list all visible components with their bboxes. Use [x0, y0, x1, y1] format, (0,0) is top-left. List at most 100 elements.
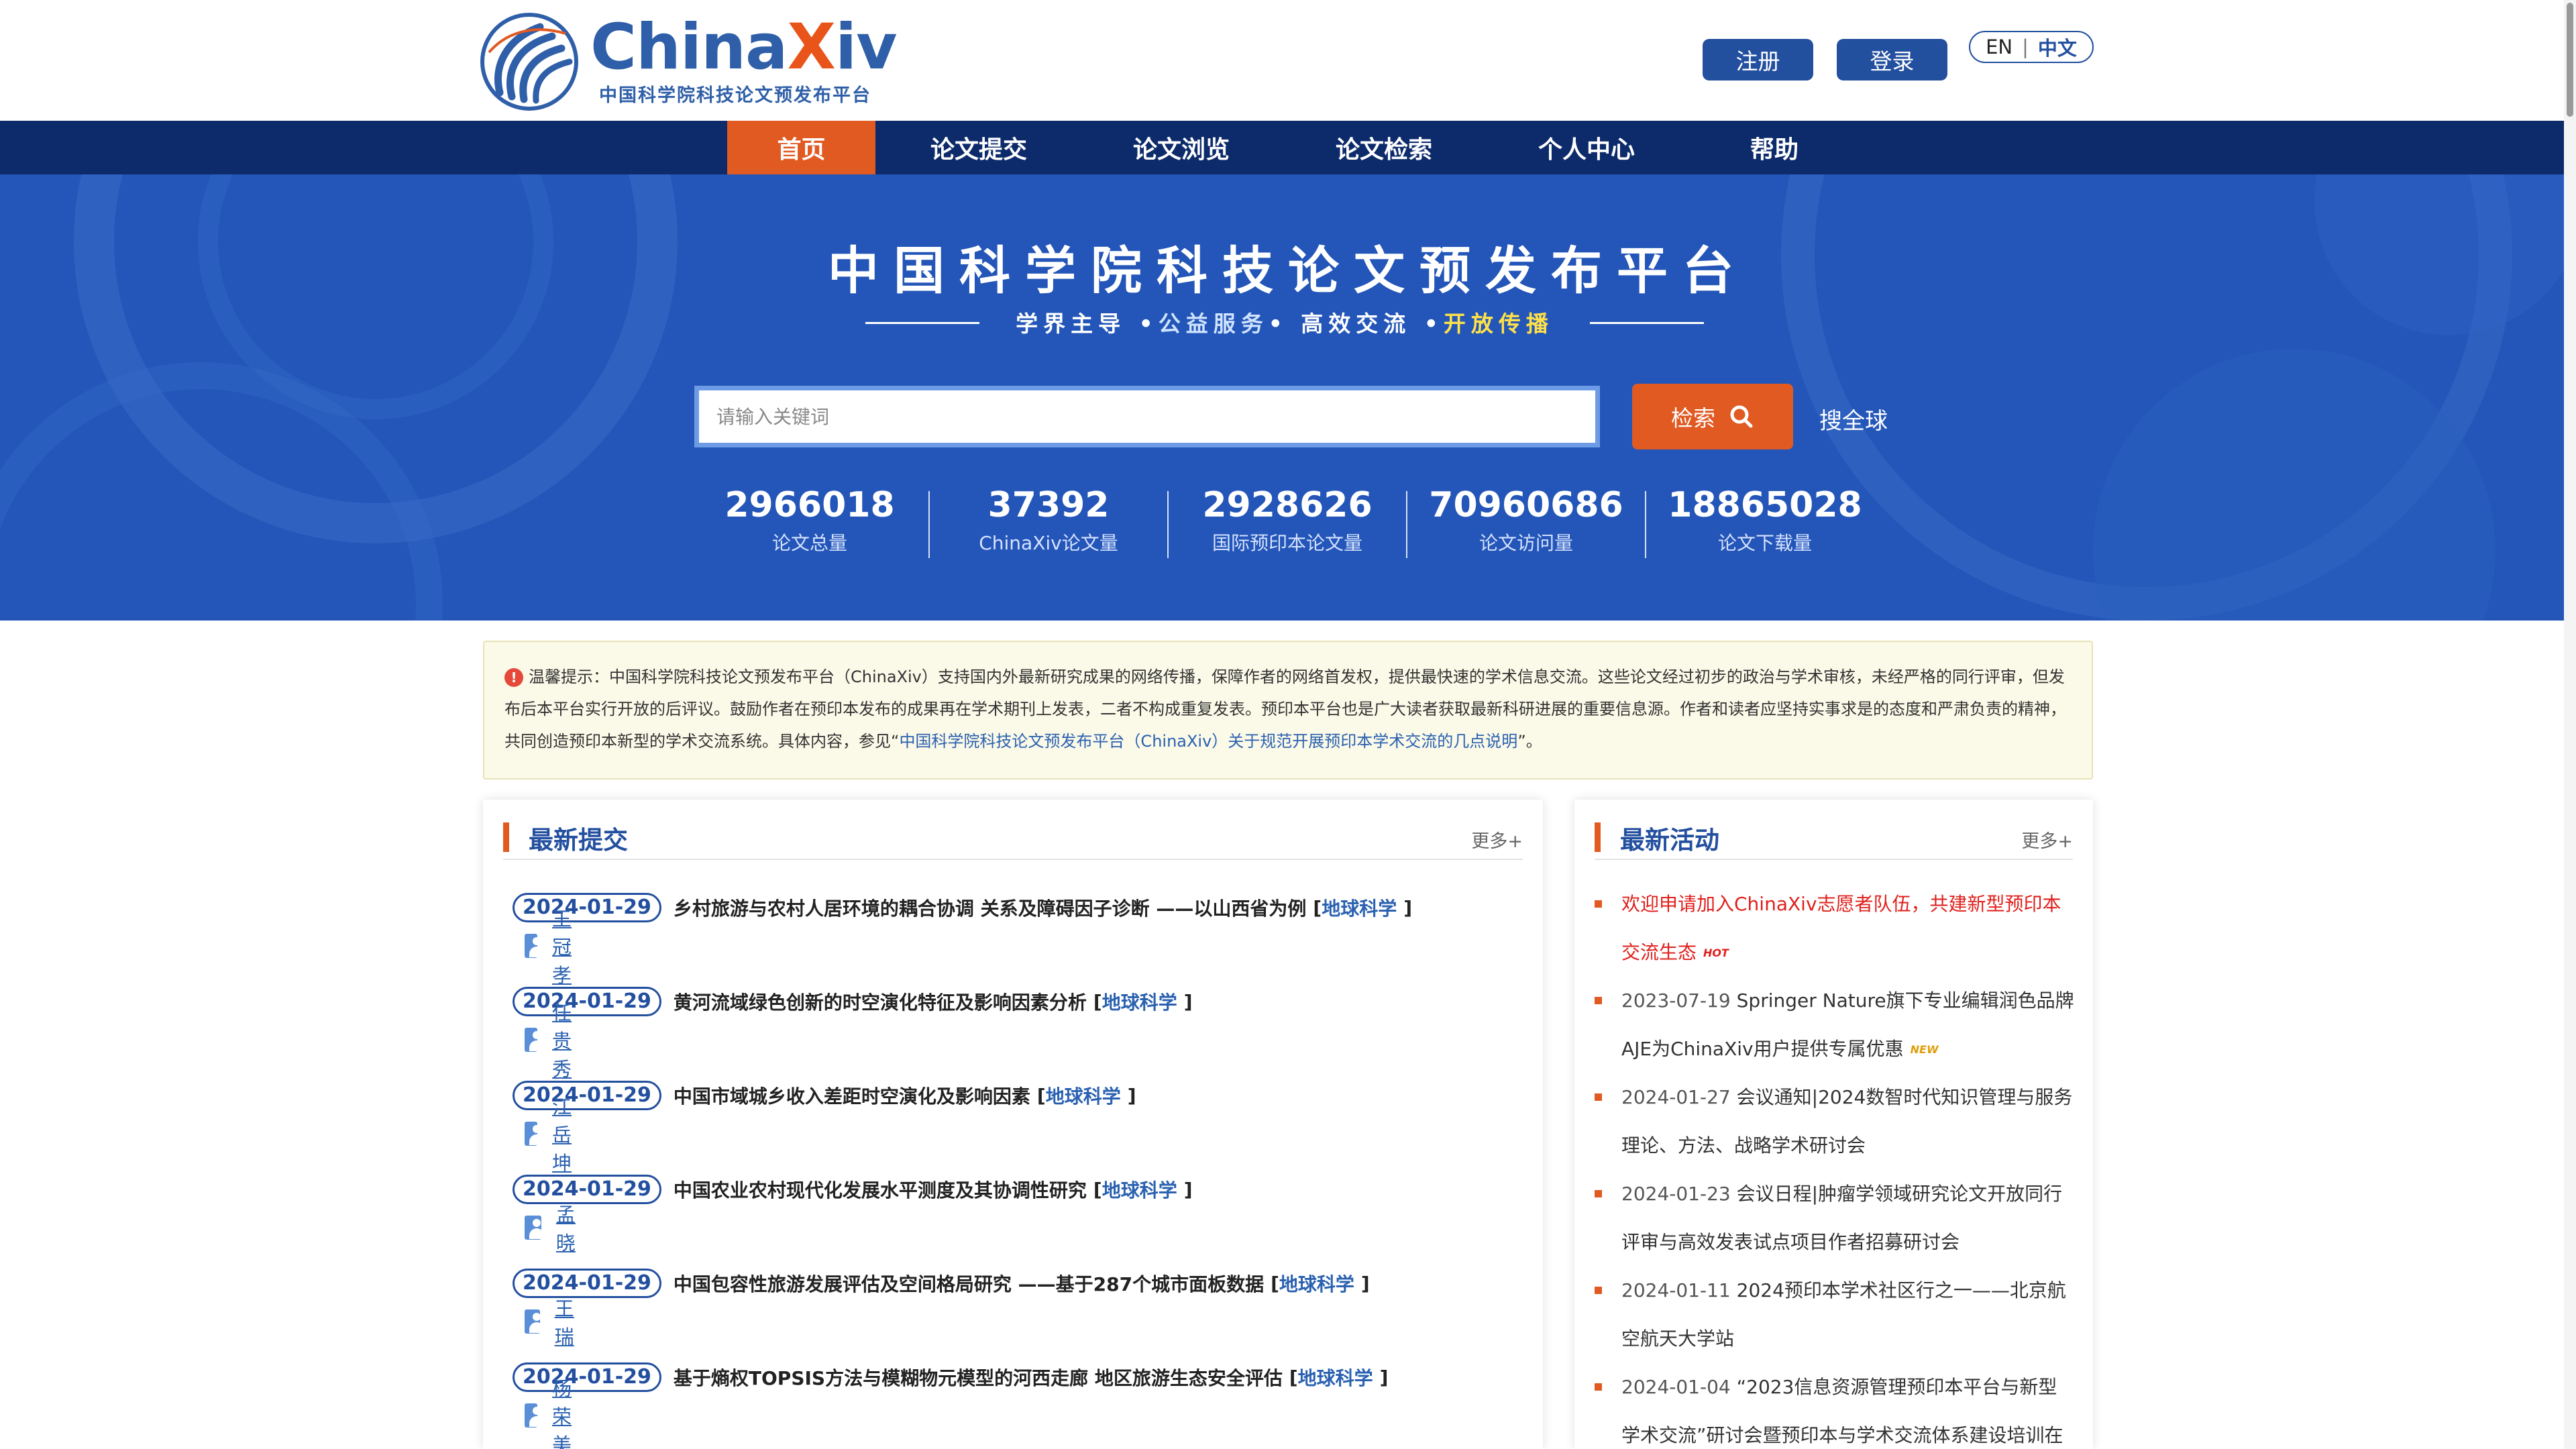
slogan-part-4: 开放传播: [1443, 311, 1554, 337]
category-link[interactable]: 地球科学: [1102, 988, 1177, 1015]
submission-title-link[interactable]: 基于熵权TOPSIS方法与模糊物元模型的河西走廊 地区旅游生态安全评估: [674, 1364, 1283, 1391]
category-link[interactable]: 地球科学: [1279, 1270, 1354, 1297]
activity-date: 2024-01-23: [1621, 1183, 1731, 1205]
category-link[interactable]: 地球科学: [1046, 1082, 1121, 1109]
nav-item-browse[interactable]: 论文浏览: [1114, 121, 1248, 174]
logo-word-china: China: [590, 11, 788, 84]
stat-visits: 70960686 论文访问量: [1407, 486, 1646, 555]
slogan-part-3: • 高效交流 •: [1268, 311, 1444, 337]
nav-item-home[interactable]: 首页: [727, 121, 875, 174]
search-global-link[interactable]: 搜全球: [1819, 402, 1888, 435]
stat-label: 论文总量: [771, 532, 847, 555]
user-icon: [525, 1403, 538, 1428]
author-link[interactable]: 王冠孝: [552, 904, 583, 988]
author-link[interactable]: 杨荣美: [552, 1373, 583, 1449]
user-icon: [525, 1309, 540, 1334]
category-link[interactable]: 地球科学: [1102, 1176, 1177, 1203]
notice-tail: ”。: [1517, 732, 1542, 751]
search-button[interactable]: 检索: [1632, 384, 1793, 449]
submission-title-link[interactable]: 乡村旅游与农村人居环境的耦合协调 关系及障碍因子诊断 ——以山西省为例: [674, 894, 1307, 921]
author-row: 任贵秀: [525, 1002, 583, 1081]
activity-date: 2024-01-04: [1621, 1376, 1731, 1398]
lang-zh-link[interactable]: 中文: [2038, 33, 2077, 61]
submission-title-link[interactable]: 黄河流域绿色创新的时空演化特征及影响因素分析: [674, 988, 1087, 1015]
site-header: ChinaXiv 中国科学院科技论文预发布平台 注册 登录 EN | 中文: [0, 0, 2576, 121]
bullet-icon: [1595, 1383, 1602, 1391]
latest-submissions-panel: 最新提交 更多+ 2024-01-29 乡村旅游与农村人居环境的耦合协调 关系及…: [483, 800, 1543, 1449]
submission-row: 2024-01-29 基于熵权TOPSIS方法与模糊物元模型的河西走廊 地区旅游…: [513, 1360, 1388, 1394]
activity-date: 2023-07-19: [1621, 989, 1731, 1012]
submission-row: 2024-01-29 中国市域城乡收入差距时空演化及影响因素 [ 地球科学 ]: [513, 1079, 1136, 1112]
slogan-part-2: 公益服务: [1158, 311, 1269, 337]
slogan-line-right: [1590, 322, 1704, 324]
author-row: 杨荣美: [525, 1377, 583, 1449]
nav-item-personal[interactable]: 个人中心: [1519, 121, 1654, 174]
date-badge: 2024-01-29: [513, 893, 661, 922]
submission-row: 2024-01-29 乡村旅游与农村人居环境的耦合协调 关系及障碍因子诊断 ——…: [513, 891, 1412, 924]
lang-en-link[interactable]: EN: [1986, 36, 2012, 58]
more-link[interactable]: 更多+: [2021, 826, 2073, 853]
activity-item: 2023-07-19 Springer Nature旗下专业编辑润色品牌AJE为…: [1595, 977, 2074, 1074]
stat-label: 论文访问量: [1479, 532, 1573, 555]
stat-chinaxiv: 37392 ChinaXiv论文量: [929, 486, 1168, 555]
activity-item: 2024-01-23 会议日程|肿瘤学领域研究论文开放同行评审与高效发表试点项目…: [1595, 1170, 2074, 1267]
register-button[interactable]: 注册: [1703, 39, 1813, 80]
activity-link[interactable]: 欢迎申请加入ChinaXiv志愿者队伍，共建新型预印本交流生态: [1621, 893, 2061, 963]
category-link[interactable]: 地球科学: [1298, 1364, 1373, 1391]
submission-title-link[interactable]: 中国农业农村现代化发展水平测度及其协调性研究: [674, 1176, 1087, 1203]
bracket-close: ]: [1183, 1178, 1193, 1201]
submission-row: 2024-01-29 中国农业农村现代化发展水平测度及其协调性研究 [ 地球科学…: [513, 1173, 1193, 1206]
hero-slogan-text: 学界主导 •公益服务• 高效交流 •开放传播: [986, 306, 1583, 338]
user-icon: [525, 1122, 538, 1146]
latest-activities-panel: 最新活动 更多+ 欢迎申请加入ChinaXiv志愿者队伍，共建新型预印本交流生态…: [1574, 800, 2093, 1449]
activity-item: 2024-01-27 会议通知|2024数智时代知识管理与服务理论、方法、战略学…: [1595, 1073, 2074, 1170]
logo-wordmark: ChinaXiv: [590, 11, 897, 84]
language-switcher: EN | 中文: [1969, 31, 2094, 63]
activity-date: 2024-01-27: [1621, 1086, 1731, 1108]
logo-word-iv: iv: [835, 11, 897, 84]
bracket-close: ]: [1379, 1366, 1389, 1389]
notice-link[interactable]: 中国科学院科技论文预发布平台（ChinaXiv）关于规范开展预印本学术交流的几点…: [899, 732, 1517, 751]
search-button-label: 检索: [1671, 405, 1715, 431]
scrollbar-thumb[interactable]: [2567, 3, 2573, 117]
date-badge: 2024-01-29: [513, 987, 661, 1016]
activity-item: 2024-01-04 “2023信息资源管理预印本平台与新型学术交流”研讨会暨预…: [1595, 1363, 2074, 1449]
hot-badge: HOT: [1703, 947, 1729, 959]
login-button[interactable]: 登录: [1837, 39, 1947, 80]
stat-label: ChinaXiv论文量: [979, 532, 1118, 555]
submission-row: 2024-01-29 中国包容性旅游发展评估及空间格局研究 ——基于287个城市…: [513, 1267, 1370, 1300]
nav-item-search[interactable]: 论文检索: [1317, 121, 1451, 174]
category-link[interactable]: 地球科学: [1322, 894, 1397, 921]
search-input[interactable]: [694, 386, 1600, 447]
author-row: 王 瑞: [525, 1297, 583, 1348]
submission-row: 2024-01-29 黄河流域绿色创新的时空演化特征及影响因素分析 [ 地球科学…: [513, 985, 1193, 1018]
nav-item-help[interactable]: 帮助: [1707, 121, 1841, 174]
chinaxiv-logo-icon: [480, 13, 578, 111]
page-scrollbar[interactable]: [2564, 0, 2576, 1449]
bracket-open: [: [1271, 1272, 1279, 1295]
author-link[interactable]: 孟晓: [556, 1199, 583, 1256]
stat-value: 2928626: [1202, 485, 1373, 525]
submission-title-link[interactable]: 中国包容性旅游发展评估及空间格局研究 ——基于287个城市面板数据: [674, 1270, 1264, 1297]
date-badge: 2024-01-29: [513, 1175, 661, 1204]
more-link[interactable]: 更多+: [1471, 826, 1523, 853]
author-link[interactable]: 王 瑞: [555, 1293, 583, 1350]
stat-value: 2966018: [724, 485, 895, 525]
bracket-close: ]: [1360, 1272, 1370, 1295]
author-row: 孟晓: [525, 1203, 583, 1254]
nav-item-submit[interactable]: 论文提交: [912, 121, 1046, 174]
submission-title-link[interactable]: 中国市域城乡收入差距时空演化及影响因素: [674, 1082, 1030, 1109]
author-link[interactable]: 任贵秀: [552, 998, 583, 1082]
author-link[interactable]: 江岳坤: [552, 1091, 583, 1176]
date-badge: 2024-01-29: [513, 1081, 661, 1110]
bracket-open: [: [1289, 1366, 1298, 1389]
stat-total: 2966018 论文总量: [690, 486, 929, 555]
panel-title: 最新活动: [1620, 826, 1719, 855]
stat-value: 18865028: [1668, 485, 1862, 525]
site-logo[interactable]: ChinaXiv 中国科学院科技论文预发布平台: [480, 9, 897, 111]
panel-accent-bar: [1595, 822, 1601, 852]
panel-title: 最新提交: [529, 826, 628, 855]
logo-tagline: 中国科学院科技论文预发布平台: [599, 85, 871, 106]
bullet-icon: [1595, 997, 1602, 1004]
stat-label: 国际预印本论文量: [1212, 532, 1362, 555]
